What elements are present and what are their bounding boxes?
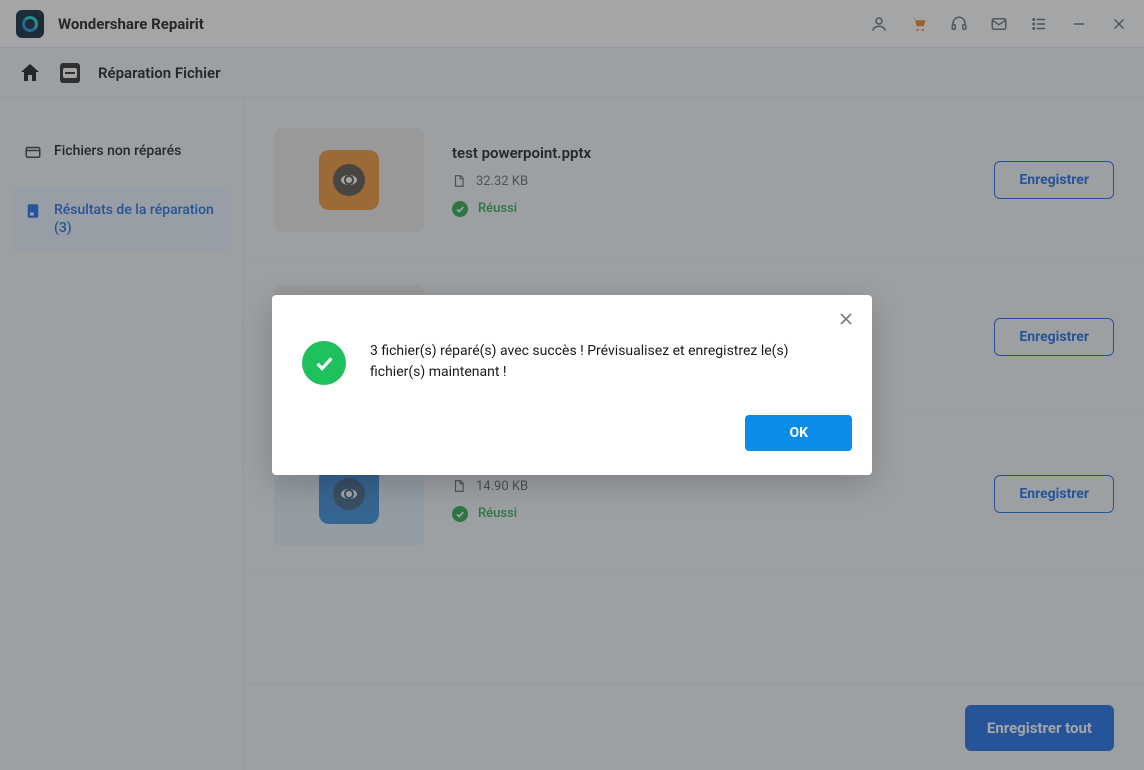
ok-button[interactable]: OK	[745, 415, 852, 451]
dialog-message: 3 fichier(s) réparé(s) avec succès ! Pré…	[370, 341, 842, 383]
success-check-icon	[302, 341, 346, 385]
close-icon[interactable]	[836, 309, 856, 329]
modal-overlay[interactable]: 3 fichier(s) réparé(s) avec succès ! Pré…	[0, 0, 1144, 770]
success-dialog: 3 fichier(s) réparé(s) avec succès ! Pré…	[272, 295, 872, 475]
